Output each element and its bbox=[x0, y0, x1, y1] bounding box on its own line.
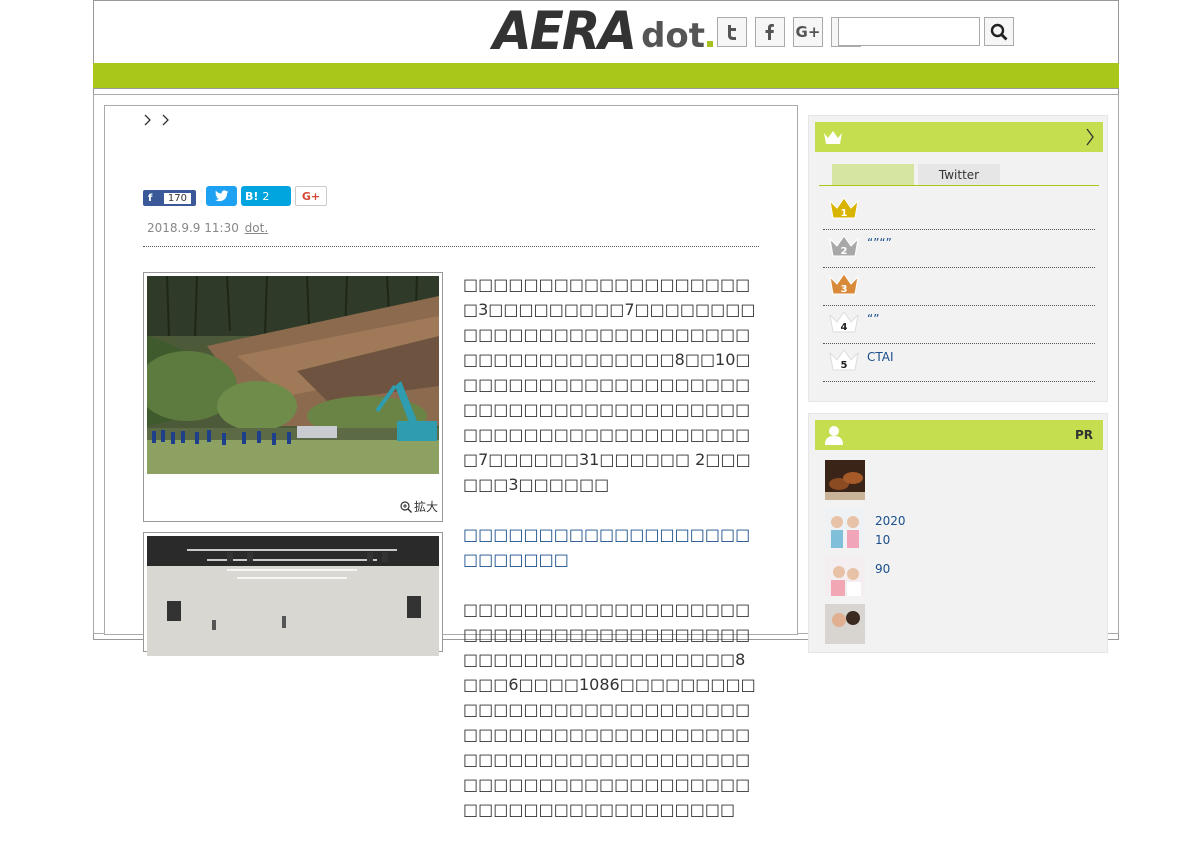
ranking-item[interactable]: 2 “”“” bbox=[823, 230, 1095, 268]
divider bbox=[143, 246, 759, 247]
twitter-share-button[interactable] bbox=[206, 186, 237, 206]
search-button[interactable] bbox=[984, 17, 1014, 46]
article-photo[interactable]: 拡大 bbox=[143, 272, 443, 522]
ranking-item[interactable]: 1 bbox=[823, 192, 1095, 230]
google-plus-button[interactable]: G+ bbox=[793, 17, 823, 47]
article-source-link[interactable]: dot. bbox=[245, 221, 268, 235]
photo-zoom-button[interactable]: 拡大 bbox=[400, 498, 438, 515]
pr-thumbnail bbox=[825, 460, 865, 500]
facebook-button[interactable] bbox=[755, 17, 785, 47]
hatena-bookmark-button[interactable]: B! 2 bbox=[241, 186, 291, 206]
hall-photo bbox=[147, 536, 439, 656]
ranking-widget: Twitter 1 2 “”“” 3 4 “” 5 CTAI bbox=[808, 115, 1108, 402]
pr-thumbnail bbox=[825, 604, 865, 644]
facebook-share-button[interactable]: f 170 bbox=[143, 190, 196, 206]
crown-icon: 4 bbox=[829, 311, 859, 333]
crown-icon: 5 bbox=[829, 349, 859, 371]
breadcrumb bbox=[143, 114, 171, 130]
logo-main-text: AERA bbox=[493, 0, 637, 62]
ranking-item[interactable]: 4 “” bbox=[823, 306, 1095, 344]
pr-header: PR bbox=[815, 420, 1103, 450]
google-plus-share-button[interactable]: G+ bbox=[295, 186, 327, 206]
svg-text:3: 3 bbox=[841, 284, 848, 295]
chevron-right-icon[interactable] bbox=[1085, 128, 1095, 146]
ranking-tabs: Twitter bbox=[832, 164, 1000, 185]
pr-item[interactable] bbox=[825, 460, 1085, 508]
ranking-list: 1 2 “”“” 3 4 “” 5 CTAI bbox=[823, 192, 1095, 382]
logo-sub-text: dot bbox=[641, 16, 714, 56]
article: f 170 B! 2 G+ 2018.9.9 11:30 dot. 拡大 □□□… bbox=[104, 105, 798, 819]
facebook-icon bbox=[765, 24, 774, 40]
svg-text:5: 5 bbox=[841, 360, 848, 371]
ranking-title: “” bbox=[867, 312, 880, 326]
nav-bar bbox=[93, 63, 1119, 89]
crown-silver-icon: 2 bbox=[829, 235, 859, 257]
google-plus-icon: G+ bbox=[301, 189, 321, 203]
ranking-title: “”“” bbox=[867, 236, 892, 250]
share-buttons: f 170 B! 2 G+ bbox=[143, 186, 327, 206]
zoom-in-icon bbox=[400, 500, 412, 513]
article-inline-link[interactable]: □□□□□□□□□□□□□□□□□□□□□□□□□□ bbox=[463, 525, 750, 569]
article-body: □□□□□□□□□□□□□□□□□□□□3□□□□□□□□□7□□□□□□□□□… bbox=[463, 272, 759, 847]
pr-item[interactable]: 2020 10 bbox=[825, 508, 1085, 556]
pr-text: 90 bbox=[875, 562, 891, 576]
tab-underline bbox=[819, 185, 1099, 186]
pr-label: PR bbox=[1074, 428, 1093, 442]
hatena-icon: B! bbox=[245, 189, 259, 203]
twitter-button[interactable] bbox=[717, 17, 747, 47]
ranking-item[interactable]: 3 bbox=[823, 268, 1095, 306]
svg-text:1: 1 bbox=[841, 208, 848, 219]
ranking-header bbox=[815, 122, 1103, 152]
article-paragraph: □□□□□□□□□□□□□□□□□□□□3□□□□□□□□□7□□□□□□□□□… bbox=[463, 275, 756, 494]
article-paragraph: □□□□□□□□□□□□□□□□□□□□□□□□□□□□□□□□□□□□□□□□… bbox=[463, 600, 756, 819]
twitter-icon bbox=[728, 25, 736, 40]
crown-gold-icon: 1 bbox=[829, 197, 859, 219]
crown-icon bbox=[824, 131, 842, 144]
tab-twitter[interactable]: Twitter bbox=[918, 164, 1000, 185]
article-photo-2[interactable] bbox=[143, 532, 443, 656]
svg-text:4: 4 bbox=[841, 322, 848, 333]
person-icon bbox=[825, 426, 843, 445]
hatena-count: 2 bbox=[262, 189, 270, 203]
article-date: 2018.9.9 11:30 bbox=[147, 221, 239, 235]
zoom-label: 拡大 bbox=[413, 500, 438, 514]
ranking-title: CTAI bbox=[867, 350, 894, 364]
chevron-right-icon bbox=[143, 114, 153, 130]
twitter-icon bbox=[214, 190, 228, 202]
site-logo[interactable]: AERA dot bbox=[493, 0, 714, 62]
svg-text:2: 2 bbox=[841, 246, 848, 257]
search-input[interactable] bbox=[838, 17, 980, 46]
facebook-share-count: 170 bbox=[163, 192, 191, 204]
pr-widget: PR 2020 10 90 bbox=[808, 413, 1108, 653]
facebook-icon: f bbox=[148, 192, 153, 204]
pr-list: 2020 10 90 bbox=[825, 460, 1085, 652]
landslide-photo bbox=[147, 276, 439, 474]
pr-thumbnail bbox=[825, 556, 865, 596]
search-icon bbox=[990, 23, 1008, 40]
pr-thumbnail bbox=[825, 508, 865, 548]
pr-item[interactable]: 90 bbox=[825, 556, 1085, 604]
google-plus-icon: G+ bbox=[795, 23, 821, 41]
tab-access[interactable] bbox=[832, 164, 914, 185]
ranking-item[interactable]: 5 CTAI bbox=[823, 344, 1095, 382]
crown-bronze-icon: 3 bbox=[829, 273, 859, 295]
pr-item[interactable] bbox=[825, 604, 1085, 652]
pr-text: 2020 10 bbox=[875, 514, 906, 547]
article-meta: 2018.9.9 11:30 dot. bbox=[147, 221, 268, 235]
chevron-right-icon bbox=[161, 114, 171, 130]
